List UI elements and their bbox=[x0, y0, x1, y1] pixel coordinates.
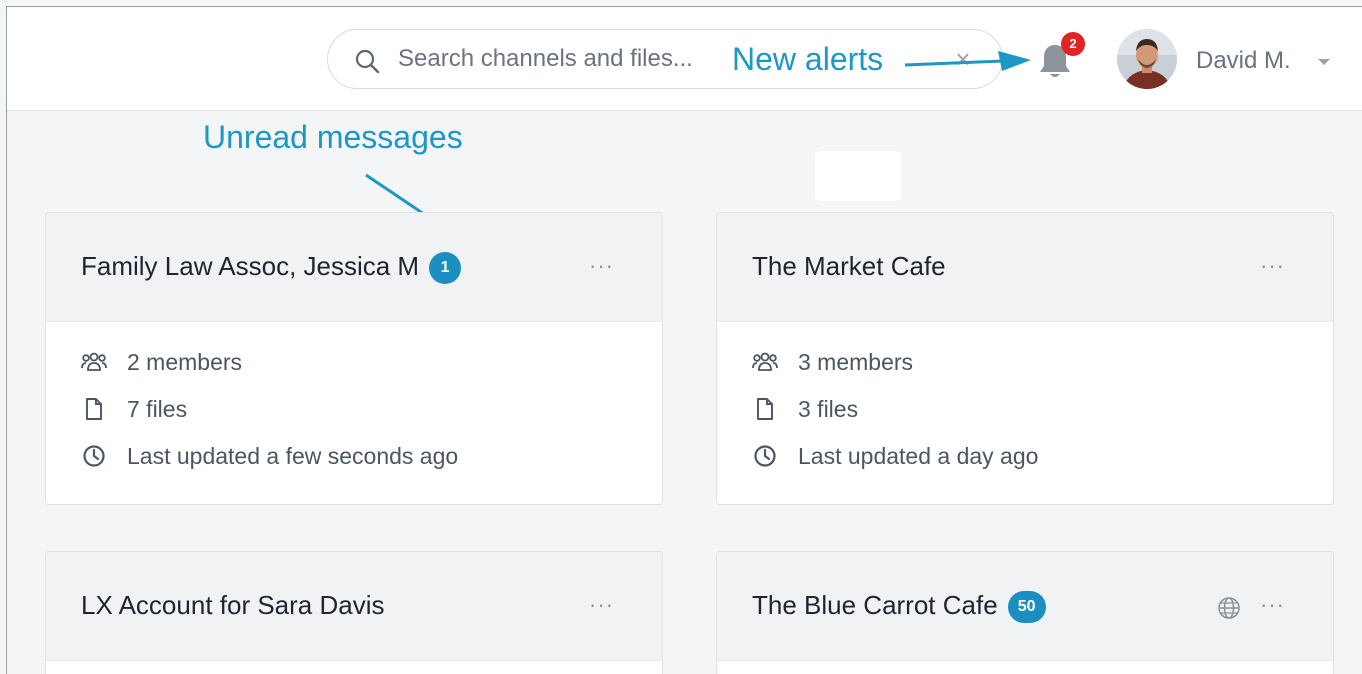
file-icon bbox=[86, 398, 102, 420]
user-photo bbox=[1117, 29, 1177, 89]
globe-icon[interactable] bbox=[1217, 596, 1241, 620]
channel-title[interactable]: LX Account for Sara Davis bbox=[81, 590, 384, 621]
files-count: 7 files bbox=[127, 396, 188, 422]
file-icon bbox=[757, 398, 773, 420]
clock-icon bbox=[83, 445, 105, 467]
placeholder-block bbox=[815, 151, 901, 201]
unread-count-badge: 50 bbox=[1007, 591, 1046, 623]
annotation-arrow-alerts bbox=[904, 51, 1031, 71]
last-updated: Last updated a day ago bbox=[798, 443, 1039, 469]
user-name[interactable]: David M. bbox=[1196, 47, 1291, 75]
channel-title[interactable]: The Market Cafe bbox=[752, 251, 946, 282]
more-options-button[interactable]: ··· bbox=[589, 253, 614, 279]
search-input[interactable] bbox=[398, 40, 728, 78]
channel-card[interactable]: The Market Cafe ··· 3 members 3 files La… bbox=[716, 212, 1334, 505]
channel-card[interactable]: The Blue Carrot Cafe 50 ··· bbox=[716, 551, 1334, 674]
members-count: 3 members bbox=[798, 349, 914, 375]
channel-title-text: Family Law Assoc, Jessica M bbox=[81, 251, 420, 281]
channel-title-text: LX Account for Sara Davis bbox=[81, 590, 385, 620]
app-window: × 2 David M. New alerts bbox=[6, 6, 1362, 674]
channel-title-text: The Market Cafe bbox=[752, 251, 946, 281]
annotation-unread-messages: Unread messages bbox=[203, 119, 463, 155]
chevron-down-icon[interactable] bbox=[1318, 59, 1330, 65]
notification-count-badge: 2 bbox=[1061, 32, 1085, 56]
channel-title[interactable]: The Blue Carrot Cafe 50 bbox=[752, 590, 1046, 623]
channel-card-header: The Blue Carrot Cafe 50 ··· bbox=[717, 552, 1333, 661]
search-icon bbox=[355, 49, 380, 74]
more-options-button[interactable]: ··· bbox=[1260, 253, 1285, 279]
channel-card[interactable]: LX Account for Sara Davis ··· bbox=[45, 551, 663, 674]
members-icon bbox=[752, 352, 778, 371]
annotation-new-alerts: New alerts bbox=[732, 41, 884, 77]
clock-icon bbox=[754, 445, 776, 467]
members-count: 2 members bbox=[127, 349, 243, 375]
unread-count-badge: 1 bbox=[429, 252, 462, 284]
more-options-button[interactable]: ··· bbox=[589, 592, 614, 618]
channel-card-header: The Market Cafe ··· bbox=[717, 213, 1333, 322]
channel-title[interactable]: Family Law Assoc, Jessica M 1 bbox=[81, 251, 462, 284]
channel-title-text: The Blue Carrot Cafe bbox=[752, 590, 998, 620]
channel-card-header: LX Account for Sara Davis ··· bbox=[46, 552, 662, 661]
members-icon bbox=[81, 352, 107, 371]
search-box[interactable]: × bbox=[327, 29, 1003, 89]
files-count: 3 files bbox=[798, 396, 859, 422]
more-options-button[interactable]: ··· bbox=[1260, 592, 1285, 618]
top-bar: × 2 David M. bbox=[7, 7, 1362, 111]
channel-card[interactable]: Family Law Assoc, Jessica M 1 ··· 2 membe… bbox=[45, 212, 663, 505]
channel-card-header: Family Law Assoc, Jessica M 1 ··· bbox=[46, 213, 662, 322]
avatar[interactable] bbox=[1117, 29, 1177, 89]
last-updated: Last updated a few seconds ago bbox=[127, 443, 459, 469]
